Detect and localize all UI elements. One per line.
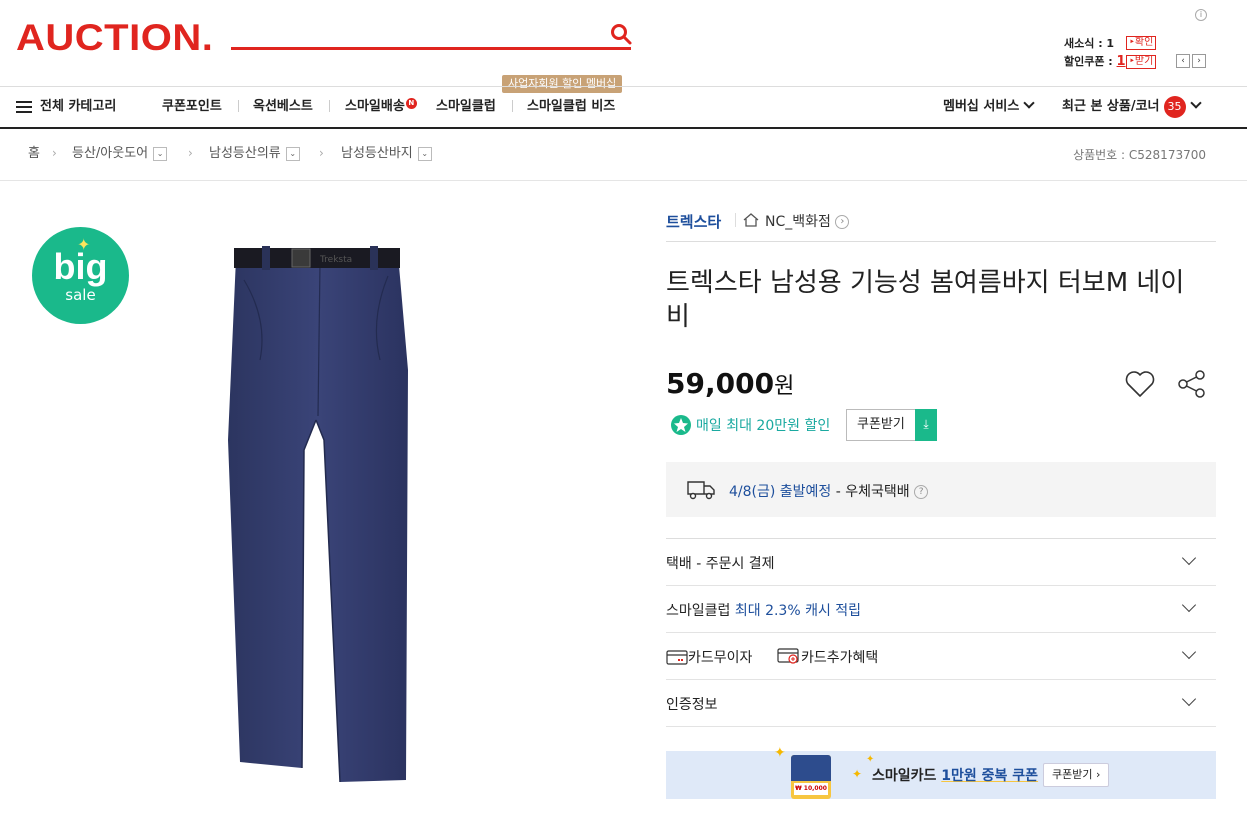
auction-logo[interactable]: AUCTION. xyxy=(16,20,213,57)
product-image[interactable]: Treksta xyxy=(220,240,420,785)
chevron-down-icon xyxy=(1181,644,1197,660)
nav-smile-club-biz[interactable]: 스마일클럽 비즈 xyxy=(527,98,615,116)
breadcrumb-mens-pants[interactable]: 남성등산바지 ⌄ xyxy=(341,146,432,162)
recent-count-badge: 35 xyxy=(1163,96,1186,118)
chevron-down-icon xyxy=(1023,97,1035,109)
product-title: 트렉스타 남성용 기능성 봄여름바지 터보M 네이비 xyxy=(666,268,1185,332)
breadcrumb-outdoor[interactable]: 등산/아웃도어 ⌄ xyxy=(72,146,168,162)
shop-link[interactable]: NC_백화점 › xyxy=(765,211,850,231)
discount-star-icon xyxy=(671,415,691,435)
chevron-down-icon xyxy=(1189,97,1202,109)
nav-auction-best[interactable]: 옥션베스트 xyxy=(253,98,313,116)
hamburger-menu-icon[interactable] xyxy=(16,101,32,113)
card-icon xyxy=(666,650,688,665)
sparkle-icon: ✦ xyxy=(774,745,786,761)
badge-big-text: big xyxy=(53,246,108,287)
coupon-receive-button[interactable]: ‣받기 xyxy=(1126,55,1157,69)
card-plus-icon xyxy=(777,648,799,664)
coupon-receive-button[interactable]: 쿠폰받기 ⤓ xyxy=(846,409,937,441)
chevron-down-icon xyxy=(1181,550,1197,566)
smileclub-label: 스마일클럽 최대 2.3% 캐시 적립 xyxy=(666,603,862,619)
prev-arrow-button[interactable]: ‹ xyxy=(1176,54,1190,68)
info-icon[interactable]: i xyxy=(1195,9,1207,21)
svg-text:Treksta: Treksta xyxy=(319,255,352,265)
coupon-label: 할인쿠폰 : xyxy=(1064,55,1117,68)
all-category-button[interactable]: 전체 카테고리 xyxy=(40,98,116,116)
card-extra-label: 카드추가혜택 xyxy=(777,647,878,667)
shipping-date: 4/8(금) 출발예정 xyxy=(729,484,832,500)
breadcrumb-mens-clothing[interactable]: 남성등산의류 ⌄ xyxy=(209,146,300,162)
chevron-right-icon: › xyxy=(835,215,850,229)
card-free-label: 카드무이자 xyxy=(666,647,752,667)
coupon-summary: 할인쿠폰 : 1 xyxy=(1064,55,1126,69)
brand-link[interactable]: 트렉스타 xyxy=(666,211,721,232)
search-icon[interactable] xyxy=(609,22,633,46)
nav-smile-delivery[interactable]: 스마일배송 N xyxy=(345,98,417,116)
card-amount: ₩ 10,000 xyxy=(794,783,828,795)
global-navigation: 전체 카테고리 쿠폰포인트 옥션베스트 스마일배송 N 스마일클럽 스마일클럽 비… xyxy=(0,86,1247,129)
sparkle-icon: ✦ xyxy=(866,754,875,765)
shipping-text: 4/8(금) 출발예정 - 우체국택배 ? xyxy=(729,481,929,501)
heart-icon[interactable] xyxy=(1124,369,1156,399)
notification-label: 새소식 : 1 xyxy=(1064,37,1115,50)
help-icon[interactable]: ? xyxy=(914,485,929,499)
header: AUCTION. i 새소식 : 1 ‣확인 할인쿠폰 : 1 ‣받기 ‹ › … xyxy=(0,0,1247,93)
download-icon: ⤓ xyxy=(915,409,937,441)
delivery-row[interactable]: 택배 - 주문시 결제 xyxy=(666,539,1216,586)
new-badge: N xyxy=(405,98,417,109)
shipping-carrier: - 우체국택배 xyxy=(831,484,910,500)
delivery-label: 택배 - 주문시 결제 xyxy=(666,556,775,572)
certification-label: 인증정보 xyxy=(666,697,718,713)
share-icon[interactable] xyxy=(1176,369,1208,399)
sparkle-icon: ✦ xyxy=(852,767,863,781)
discount-text[interactable]: 매일 최대 20만원 할인 xyxy=(696,415,830,435)
breadcrumb: 홈 › 등산/아웃도어 ⌄ › 남성등산의류 ⌄ › 남성등산바지 ⌄ 상품번호 : … xyxy=(0,130,1247,181)
next-arrow-button[interactable]: › xyxy=(1192,54,1206,68)
product-price: 59,000원 xyxy=(666,367,795,400)
banner-text: 스마일카드 1만원 중복 쿠폰 xyxy=(872,768,1039,784)
notification-summary: 새소식 : 1 xyxy=(1064,37,1114,51)
truck-icon xyxy=(687,481,715,500)
smilecard-coupon-banner[interactable]: ✦ ✦ ✦ ₩ 10,000 스마일카드 1만원 중복 쿠폰 쿠폰받기 › xyxy=(666,745,1216,799)
badge-sale-text: sale xyxy=(65,286,96,304)
coupon-count[interactable]: 1 xyxy=(1117,54,1126,69)
dropdown-icon[interactable]: ⌄ xyxy=(285,146,300,161)
product-number: 상품번호 : C528173700 xyxy=(1073,148,1206,162)
dropdown-icon[interactable]: ⌄ xyxy=(153,146,168,161)
chevron-down-icon xyxy=(1181,691,1197,707)
notification-confirm-button[interactable]: ‣확인 xyxy=(1126,36,1157,50)
chevron-down-icon xyxy=(1181,597,1197,613)
big-sale-badge: ✦ big sale xyxy=(32,227,129,324)
breadcrumb-home[interactable]: 홈 xyxy=(28,146,40,162)
membership-service-menu[interactable]: 멤버십 서비스 xyxy=(943,97,1035,116)
smileclub-row[interactable]: 스마일클럽 최대 2.3% 캐시 적립 xyxy=(666,586,1216,633)
dropdown-icon[interactable]: ⌄ xyxy=(417,146,432,161)
recent-products-menu[interactable]: 최근 본 상품/코너 35 xyxy=(1062,96,1202,118)
smilecard-image: ₩ 10,000 xyxy=(791,755,831,799)
certification-row[interactable]: 인증정보 xyxy=(666,680,1216,727)
nav-smile-club[interactable]: 스마일클럽 xyxy=(436,98,496,116)
card-benefit-row[interactable]: 카드무이자 카드추가혜택 xyxy=(666,633,1216,680)
banner-coupon-button[interactable]: 쿠폰받기 › xyxy=(1043,763,1110,787)
home-shop-icon xyxy=(743,213,759,227)
search-input[interactable] xyxy=(231,47,631,50)
nav-coupon-point[interactable]: 쿠폰포인트 xyxy=(162,98,222,116)
